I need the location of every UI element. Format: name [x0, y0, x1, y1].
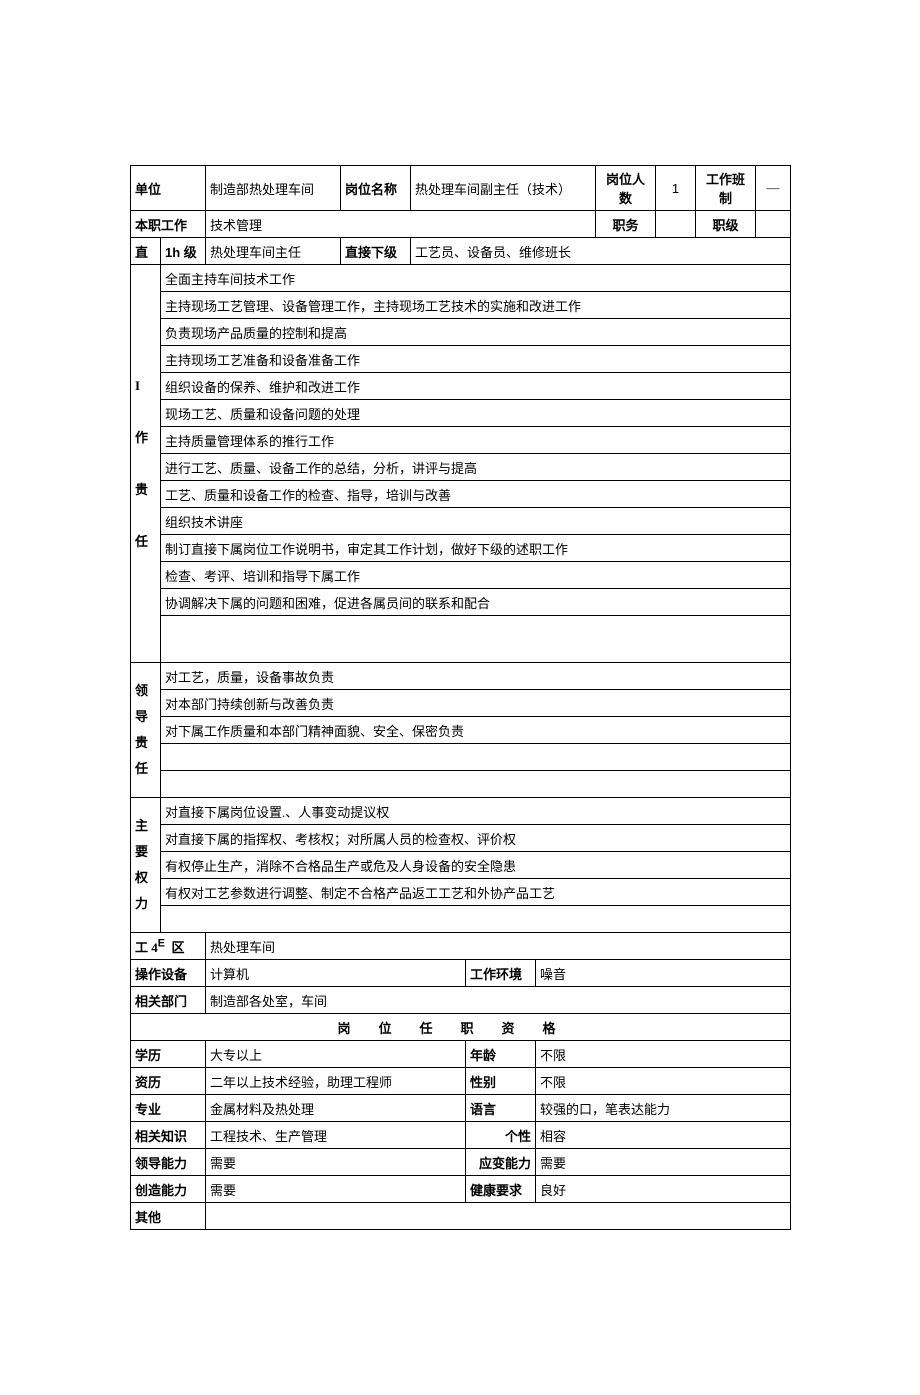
superior-value: 热处理车间主任	[206, 238, 341, 265]
header-row: 单位 制造部热处理车间 岗位名称 热处理车间副主任（技术） 岗位人数 1 工作班…	[131, 166, 791, 211]
duty-item: 主持现场工艺管理、设备管理工作，主持现场工艺技术的实施和改进工作	[161, 292, 791, 319]
edu-label: 学历	[131, 1041, 206, 1068]
job-description-table: 单位 制造部热处理车间 岗位名称 热处理车间副主任（技术） 岗位人数 1 工作班…	[130, 165, 791, 1230]
headcount-value: 1	[656, 166, 696, 211]
shift-value: —	[756, 166, 791, 211]
creative-label: 创造能力	[131, 1176, 206, 1203]
knowledge-value: 工程技术、生产管理	[206, 1122, 466, 1149]
main-job-label: 本职工作	[131, 211, 206, 238]
equipment-row: 操作设备 计算机 工作环境 噪音	[131, 960, 791, 987]
creative-value: 需要	[206, 1176, 466, 1203]
gender-value: 不限	[536, 1068, 791, 1095]
subordinate-value: 工艺员、设备员、维修班长	[411, 238, 791, 265]
duty-item: 组织技术讲座	[161, 508, 791, 535]
unit-value: 制造部热处理车间	[206, 166, 341, 211]
exp-label: 资历	[131, 1068, 206, 1095]
authority-item: 有权对工艺参数进行调整、制定不合格产品返工工艺和外协产品工艺	[161, 879, 791, 906]
duty-item: 制订直接下属岗位工作说明书，审定其工作计划，做好下级的述职工作	[161, 535, 791, 562]
duty-item: 进行工艺、质量、设备工作的总结，分析，讲评与提高	[161, 454, 791, 481]
duty-item: 工艺、质量和设备工作的检查、指导，培训与改善	[161, 481, 791, 508]
related-dept-label: 相关部门	[131, 987, 206, 1014]
position-name-value: 热处理车间副主任（技术）	[411, 166, 596, 211]
direct-label: 直	[131, 238, 161, 265]
leadership-item: 对本部门持续创新与改善负责	[161, 690, 791, 717]
authority-item-empty	[161, 906, 791, 933]
authority-item: 对直接下属岗位设置.、人事变动提议权	[161, 798, 791, 825]
health-value: 良好	[536, 1176, 791, 1203]
major-value: 金属材料及热处理	[206, 1095, 466, 1122]
duty-item: 主持质量管理体系的推行工作	[161, 427, 791, 454]
env-label: 工作环境	[466, 960, 536, 987]
personality-value: 相容	[536, 1122, 791, 1149]
other-value	[206, 1203, 791, 1230]
qual-header: 岗位任职资格	[131, 1014, 791, 1041]
leadership-item-empty	[161, 744, 791, 771]
health-label: 健康要求	[466, 1176, 536, 1203]
hierarchy-row: 直 1h 级 热处理车间主任 直接下级 工艺员、设备员、维修班长	[131, 238, 791, 265]
workarea-row: 工 4E 区 热处理车间	[131, 933, 791, 960]
related-dept-value: 制造部各处室，车间	[206, 987, 791, 1014]
level-label: 1h 级	[161, 238, 206, 265]
shift-label: 工作班制	[696, 166, 756, 211]
leadership-item: 对下属工作质量和本部门精神面貌、安全、保密负责	[161, 717, 791, 744]
equipment-label: 操作设备	[131, 960, 206, 987]
subordinate-label: 直接下级	[341, 238, 411, 265]
leadership-item: 对工艺，质量，设备事故负责	[161, 663, 791, 690]
authority-item: 有权停止生产，消除不合格品生产或危及人身设备的安全隐患	[161, 852, 791, 879]
edu-value: 大专以上	[206, 1041, 466, 1068]
lang-value: 较强的口，笔表达能力	[536, 1095, 791, 1122]
leadership-value: 需要	[206, 1149, 466, 1176]
duty-item: 现场工艺、质量和设备问题的处理	[161, 400, 791, 427]
gender-label: 性别	[466, 1068, 536, 1095]
position-name-label: 岗位名称	[341, 166, 411, 211]
env-value: 噪音	[536, 960, 791, 987]
leadership-label: 领导能力	[131, 1149, 206, 1176]
duty-item-empty	[161, 616, 791, 663]
authority-item: 对直接下属的指挥权、考核权；对所属人员的检查权、评价权	[161, 825, 791, 852]
duty-item: 协调解决下属的问题和困难，促进各属员间的联系和配合	[161, 589, 791, 616]
leadership-section-label: 领导贵任	[131, 663, 161, 798]
duties-section-label: I 作 贵 任	[131, 265, 161, 663]
major-label: 专业	[131, 1095, 206, 1122]
equipment-value: 计算机	[206, 960, 466, 987]
authority-section-label: 主要权力	[131, 798, 161, 933]
workarea-label: 工 4E 区	[131, 933, 206, 960]
main-job-row: 本职工作 技术管理 职务 职级	[131, 211, 791, 238]
personality-label: 个性	[466, 1122, 536, 1149]
leadership-item-empty	[161, 771, 791, 798]
duty-item: 主持现场工艺准备和设备准备工作	[161, 346, 791, 373]
rank-value	[756, 211, 791, 238]
age-value: 不限	[536, 1041, 791, 1068]
duty-item: 组织设备的保养、维护和改进工作	[161, 373, 791, 400]
lang-label: 语言	[466, 1095, 536, 1122]
unit-label: 单位	[131, 166, 206, 211]
duty-item: 负责现场产品质量的控制和提高	[161, 319, 791, 346]
adapt-label: 应变能力	[466, 1149, 536, 1176]
duty-item: 全面主持车间技术工作	[161, 265, 791, 292]
other-label: 其他	[131, 1203, 206, 1230]
headcount-label: 岗位人数	[596, 166, 656, 211]
exp-value: 二年以上技术经验，助理工程师	[206, 1068, 466, 1095]
duty-value	[656, 211, 696, 238]
knowledge-label: 相关知识	[131, 1122, 206, 1149]
age-label: 年龄	[466, 1041, 536, 1068]
duty-label: 职务	[596, 211, 656, 238]
adapt-value: 需要	[536, 1149, 791, 1176]
workarea-value: 热处理车间	[206, 933, 791, 960]
related-dept-row: 相关部门 制造部各处室，车间	[131, 987, 791, 1014]
duty-item: 检查、考评、培训和指导下属工作	[161, 562, 791, 589]
main-job-value: 技术管理	[206, 211, 596, 238]
qual-header-row: 岗位任职资格	[131, 1014, 791, 1041]
rank-label: 职级	[696, 211, 756, 238]
